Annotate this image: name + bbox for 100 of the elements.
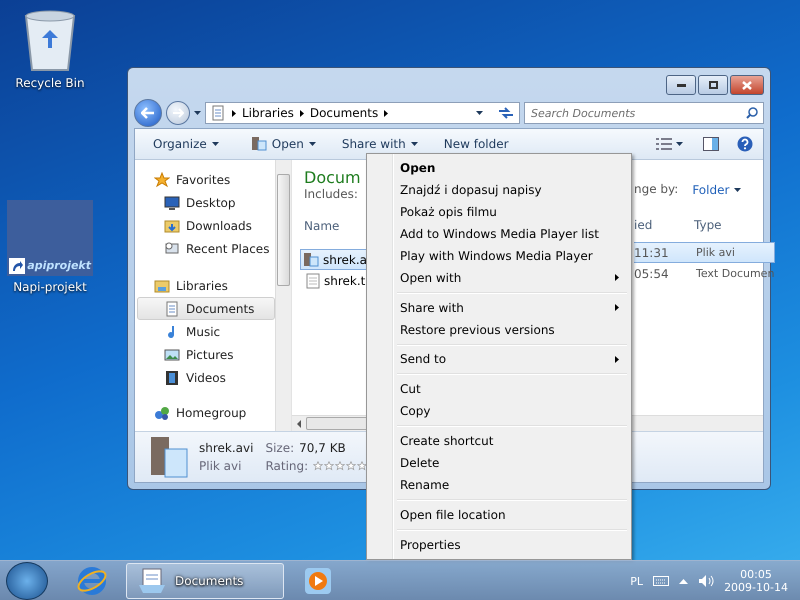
size-value: 70,7 KB — [299, 441, 346, 455]
menu-item[interactable]: Open with — [369, 266, 629, 289]
navigation-item[interactable]: Downloads — [137, 214, 275, 237]
toolbar-button[interactable]: Share with — [334, 134, 426, 154]
address-bar[interactable]: Libraries Documents — [205, 102, 520, 124]
star-icon — [324, 461, 334, 471]
icon-label[interactable]: Napi-projekt — [13, 280, 87, 294]
document-icon — [210, 105, 226, 121]
icon-label[interactable]: Recycle Bin — [15, 76, 85, 90]
refresh-icon[interactable] — [497, 106, 515, 120]
column-header[interactable]: Name — [304, 219, 368, 243]
film-icon — [164, 370, 180, 386]
menu-item[interactable]: Properties — [369, 534, 629, 556]
menu-item[interactable]: Rename — [369, 474, 629, 496]
maximize-icon — [708, 81, 718, 89]
document-folder-icon — [137, 567, 167, 595]
speaker-icon[interactable] — [698, 574, 714, 588]
dropdown-arrow-icon — [212, 142, 219, 146]
video-file-icon — [250, 136, 267, 152]
rating-label: Rating: — [265, 459, 308, 473]
toolbar-button[interactable]: Open — [242, 133, 324, 155]
chevron-icon — [232, 110, 236, 116]
star-icon — [335, 461, 346, 471]
menu-item[interactable]: Open file location — [369, 504, 629, 526]
chevron-icon — [300, 110, 304, 116]
navigation-item[interactable]: Pictures — [137, 343, 275, 366]
menu-item[interactable]: Znajdź i dopasuj napisy — [369, 178, 629, 201]
close-button[interactable] — [730, 75, 764, 95]
column-header[interactable]: ied — [634, 218, 694, 242]
navigation-item[interactable]: Videos — [137, 366, 275, 389]
text-file-icon — [306, 272, 320, 288]
keyboard-icon[interactable] — [653, 576, 670, 586]
scrollbar-thumb[interactable] — [277, 174, 290, 286]
submenu-arrow-icon — [615, 356, 619, 363]
toolbar-button[interactable]: New folder — [436, 134, 517, 154]
show-hidden-icons-icon[interactable] — [679, 578, 688, 584]
scrollbar-thumb[interactable] — [306, 417, 368, 430]
navigation-item[interactable]: Recent Places — [137, 237, 275, 260]
menu-item[interactable]: Add to Windows Media Player list — [369, 222, 629, 245]
file-row[interactable]: shrek.t — [300, 270, 368, 291]
star-icon — [346, 461, 356, 471]
back-button[interactable] — [134, 99, 162, 127]
includes-label: Includes: — [304, 187, 359, 201]
dropdown-arrow-icon — [308, 142, 316, 146]
minimize-icon — [676, 84, 686, 86]
view-options-icon[interactable] — [656, 138, 672, 150]
menu-item[interactable]: Open — [369, 157, 629, 179]
breadcrumb-item[interactable]: Documents — [310, 106, 378, 120]
back-arrow-icon — [141, 107, 155, 119]
menu-item[interactable]: Send to — [369, 348, 629, 370]
video-file-icon — [303, 252, 319, 268]
menu-item[interactable]: Play with Windows Media Player — [369, 244, 629, 267]
breadcrumb-item[interactable]: Libraries — [242, 106, 294, 120]
search-field[interactable]: Search Documents — [524, 102, 764, 124]
menu-item[interactable]: Create shortcut — [369, 430, 629, 452]
start-button[interactable] — [6, 562, 48, 600]
navigation-item[interactable]: Desktop — [137, 191, 275, 214]
column-header[interactable]: Type — [694, 218, 722, 242]
menu-item[interactable]: Cut — [369, 378, 629, 400]
dropdown-arrow-icon — [410, 142, 418, 146]
browser-e-icon — [77, 566, 107, 596]
navigation-group[interactable]: Favorites — [137, 168, 275, 191]
preview-pane-icon[interactable] — [703, 137, 719, 151]
file-row[interactable]: shrek.a — [300, 249, 368, 270]
modified-time: 05:54 — [634, 266, 670, 280]
address-dropdown-icon — [476, 111, 483, 115]
vertical-scrollbar[interactable] — [275, 160, 291, 431]
rating-stars[interactable] — [313, 461, 368, 471]
forward-button[interactable] — [166, 101, 190, 125]
picture-icon — [164, 346, 180, 362]
computer-icon — [164, 240, 180, 256]
toolbar-button[interactable]: Organize — [145, 134, 227, 154]
navigation-group[interactable]: Libraries — [137, 274, 275, 297]
help-icon[interactable] — [737, 136, 753, 152]
size-label: Size: — [265, 441, 294, 455]
arrange-label: nge by: — [634, 182, 678, 198]
close-icon — [742, 80, 752, 90]
minimize-button[interactable] — [666, 75, 696, 95]
navigation-item[interactable]: Music — [137, 320, 275, 343]
menu-item[interactable]: Delete — [369, 452, 629, 474]
monitor-icon — [164, 194, 180, 210]
file-type: Plik avi — [199, 459, 242, 473]
navigation-item[interactable]: Documents — [137, 297, 275, 320]
navigation-group[interactable]: Homegroup — [137, 401, 275, 424]
maximize-button[interactable] — [698, 75, 728, 95]
dropdown-arrow-icon — [734, 188, 742, 192]
folder-icon — [154, 278, 170, 294]
menu-item[interactable]: Share with — [369, 296, 629, 319]
document-icon — [164, 300, 180, 316]
play-button-icon — [305, 568, 331, 594]
library-title: Docum — [304, 168, 361, 187]
star-icon — [313, 461, 324, 471]
video-file-icon — [149, 435, 189, 479]
menu-item[interactable]: Copy — [369, 400, 629, 422]
menu-item[interactable]: Pokaż opis filmu — [369, 200, 629, 223]
arrange-dropdown[interactable]: Folder — [692, 182, 742, 198]
menu-item[interactable]: Restore previous versions — [369, 318, 629, 340]
file-type: Plik avi — [696, 246, 735, 259]
folder-icon — [164, 218, 180, 234]
search-icon — [746, 107, 758, 119]
